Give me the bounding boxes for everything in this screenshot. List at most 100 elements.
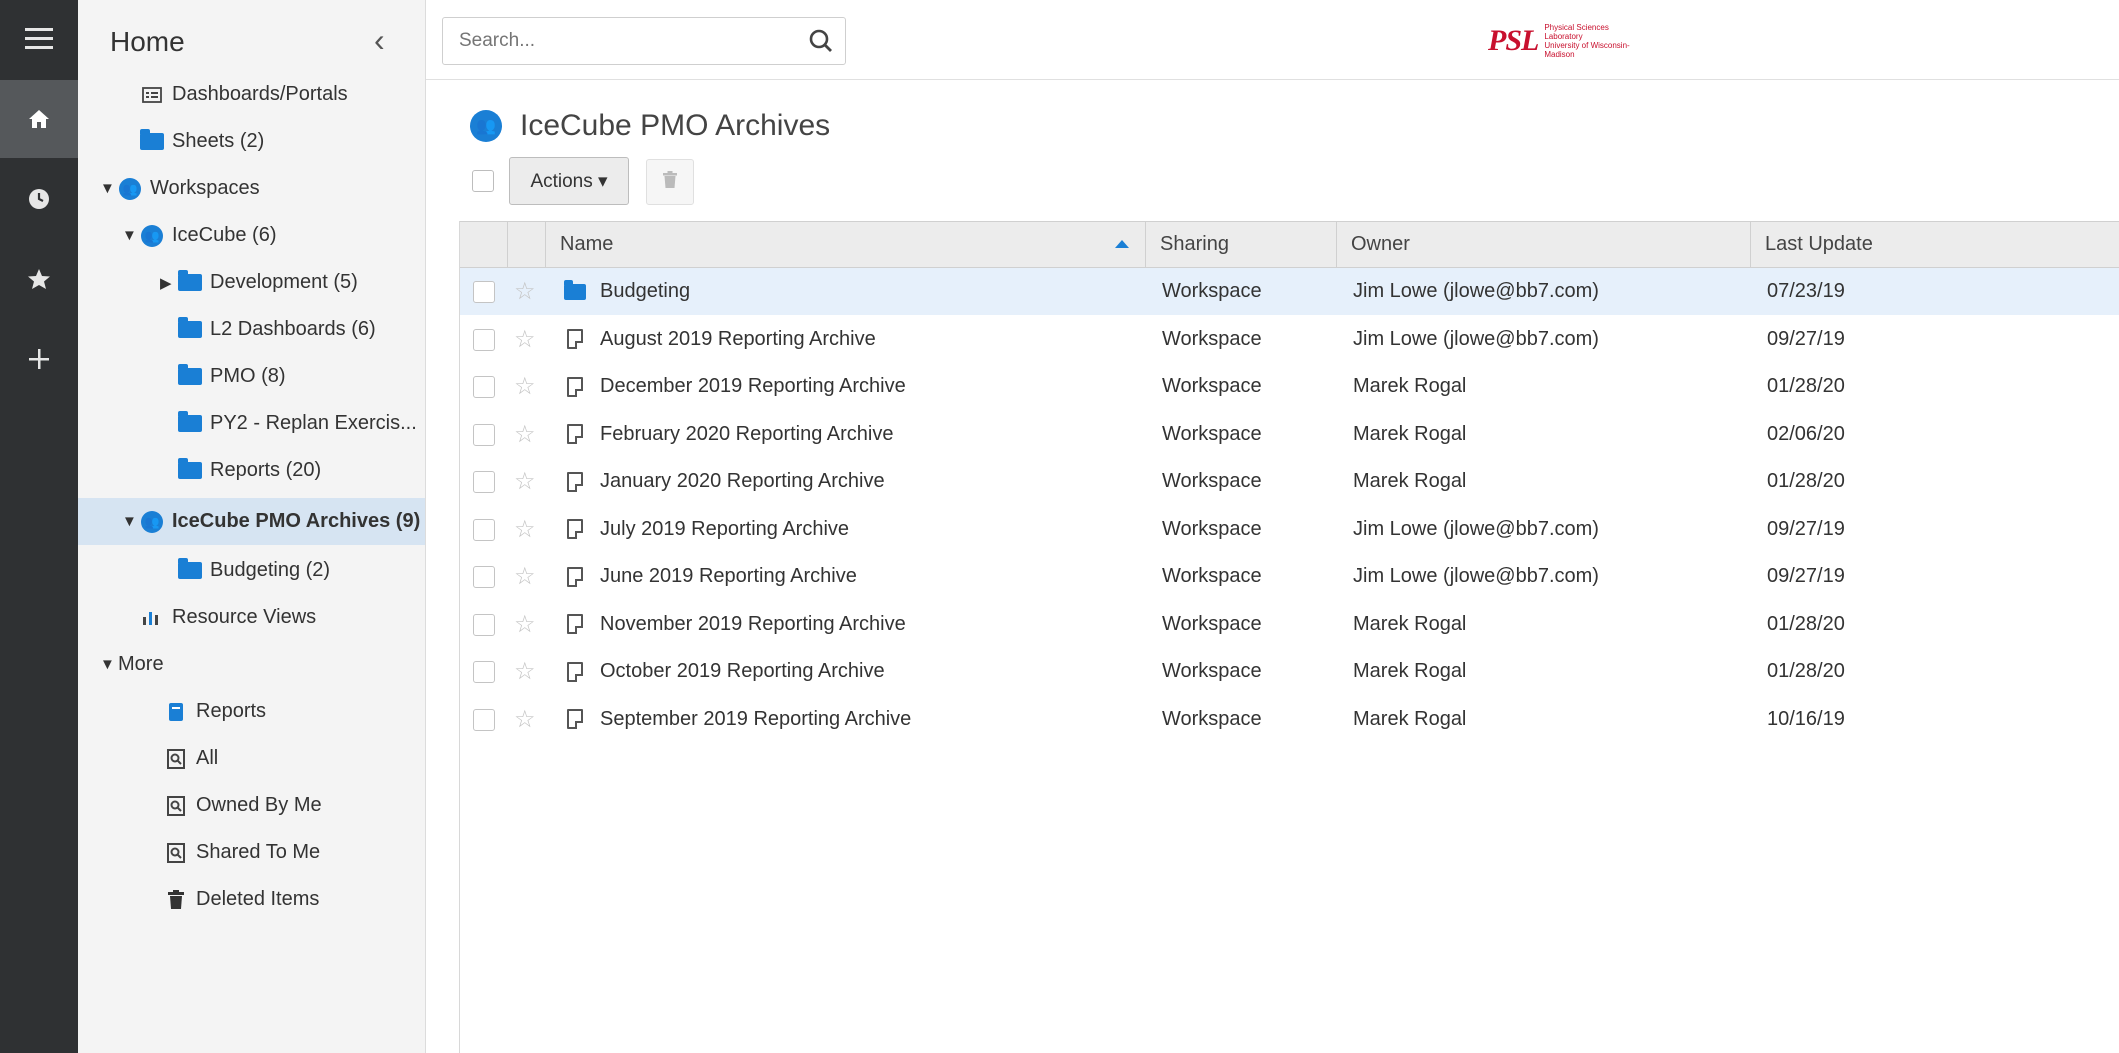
collapse-panel-icon[interactable]: ‹: [374, 22, 385, 59]
document-icon: [567, 661, 583, 682]
document-icon: [567, 376, 583, 397]
caret-right-icon[interactable]: ▶: [160, 274, 178, 292]
row-checkbox[interactable]: [473, 708, 495, 731]
nav-item-sheets[interactable]: Sheets (2): [122, 118, 422, 165]
document-icon: [567, 614, 583, 634]
row-checkbox[interactable]: [473, 376, 495, 398]
nav-item-label: Shared To Me: [196, 841, 321, 863]
cell-name[interactable]: November 2019 Reporting Archive: [562, 601, 1142, 648]
caret-down-icon[interactable]: ▼: [100, 180, 118, 197]
cell-name[interactable]: September 2019 Reporting Archive: [562, 696, 1142, 743]
nav-item-shared-to-me[interactable]: Shared To Me: [146, 829, 422, 876]
nav-item-development[interactable]: ▶ Development (5): [160, 259, 422, 306]
nav-item-icecube-pmo-archives[interactable]: ▼ 👥 IceCube PMO Archives (9): [78, 498, 425, 545]
create-icon[interactable]: [0, 320, 78, 398]
cell-name[interactable]: July 2019 Reporting Archive: [562, 506, 1142, 553]
nav-item-budgeting[interactable]: Budgeting (2): [178, 547, 422, 594]
caret-down-icon[interactable]: ▼: [122, 513, 140, 530]
table-row[interactable]: ☆ February 2020 Reporting Archive Workspac…: [460, 411, 2119, 458]
favorites-icon[interactable]: [0, 240, 78, 318]
nav-header: Home ‹: [78, 0, 426, 80]
table-row[interactable]: ☆ October 2019 Reporting Archive Workspace…: [460, 648, 2119, 695]
table-row[interactable]: ☆ September 2019 Reporting Archive Workspa…: [460, 696, 2119, 743]
row-checkbox[interactable]: [473, 471, 495, 493]
item-name: February 2020 Reporting Archive: [600, 422, 894, 445]
logo-text: Physical Sciences Laboratory University …: [1544, 23, 1648, 59]
table-row[interactable]: ☆ November 2019 Reporting Archive Workspac…: [460, 601, 2119, 648]
cell-name[interactable]: August 2019 Reporting Archive: [562, 316, 1142, 363]
nav-item-icecube[interactable]: ▼ 👥 IceCube (6): [122, 212, 422, 259]
caret-down-icon[interactable]: ▼: [100, 656, 118, 673]
navigation-panel: Home ‹ Dashboards/Portals Sheets (2) ▼ 👥…: [78, 0, 426, 1053]
nav-item-l2-dashboards[interactable]: L2 Dashboards (6): [178, 306, 422, 353]
table-row[interactable]: ☆ January 2020 Reporting Archive Workspace…: [460, 458, 2119, 505]
column-header-last-update[interactable]: Last Update: [1751, 222, 2119, 267]
nav-item-dashboards-portals[interactable]: Dashboards/Portals: [122, 71, 422, 118]
search-icon[interactable]: [807, 27, 835, 55]
select-all-checkbox[interactable]: [472, 170, 494, 192]
folder-icon: [564, 279, 586, 300]
logo-line-1: Physical Sciences Laboratory: [1544, 23, 1609, 41]
cell-sharing: Workspace: [1162, 327, 1262, 350]
favorite-star-icon[interactable]: ☆: [514, 705, 536, 734]
favorite-star-icon[interactable]: ☆: [514, 515, 536, 544]
row-checkbox[interactable]: [473, 281, 495, 303]
favorite-star-icon[interactable]: ☆: [514, 420, 536, 449]
nav-item-py2-replan[interactable]: PY2 - Replan Exercis...: [178, 400, 422, 447]
nav-item-owned-by-me[interactable]: Owned By Me: [146, 782, 422, 829]
nav-item-label: PY2 - Replan Exercis...: [210, 412, 417, 434]
favorite-star-icon[interactable]: ☆: [514, 277, 536, 306]
cell-owner: Marek Rogal: [1353, 660, 1467, 682]
header-favorite-column: [508, 222, 546, 267]
row-checkbox[interactable]: [473, 661, 495, 683]
nav-item-label: Workspaces: [150, 177, 260, 199]
column-header-label: Name: [560, 233, 614, 255]
nav-item-workspaces[interactable]: ▼ 👥 Workspaces: [100, 165, 422, 212]
nav-item-reports-folder[interactable]: Reports (20): [178, 447, 422, 494]
nav-item-reports[interactable]: Reports: [146, 688, 422, 735]
table-row[interactable]: ☆ December 2019 Reporting Archive Workspac…: [460, 363, 2119, 410]
table-row[interactable]: ☆ June 2019 Reporting Archive Workspace Jim…: [460, 553, 2119, 600]
menu-icon[interactable]: [0, 0, 78, 78]
items-table: Name Sharing Owner Last Update ☆ Budgetin…: [459, 221, 2119, 1053]
item-name: October 2019 Reporting Archive: [600, 660, 885, 682]
favorite-star-icon[interactable]: ☆: [514, 657, 536, 686]
favorite-star-icon[interactable]: ☆: [514, 467, 536, 496]
table-row[interactable]: ☆ Budgeting Workspace Jim Lowe (jlowe@bb7.c…: [460, 268, 2119, 315]
cell-sharing: Workspace: [1162, 707, 1262, 730]
cell-sharing: Workspace: [1162, 470, 1262, 492]
home-icon[interactable]: [0, 80, 78, 158]
column-header-name[interactable]: Name: [546, 222, 1146, 267]
favorite-star-icon[interactable]: ☆: [514, 325, 536, 354]
cell-name[interactable]: June 2019 Reporting Archive: [562, 553, 1142, 600]
table-row[interactable]: ☆ July 2019 Reporting Archive Workspace Jim…: [460, 506, 2119, 553]
nav-item-deleted-items[interactable]: Deleted Items: [146, 876, 422, 923]
caret-down-icon[interactable]: ▼: [122, 227, 140, 244]
favorite-star-icon[interactable]: ☆: [514, 372, 536, 401]
row-checkbox[interactable]: [473, 566, 495, 588]
cell-name[interactable]: February 2020 Reporting Archive: [562, 411, 1142, 458]
nav-item-more[interactable]: ▼ More: [100, 641, 422, 688]
cell-name[interactable]: Budgeting: [562, 268, 1142, 315]
workspace-icon: 👥: [470, 110, 502, 142]
row-checkbox[interactable]: [473, 518, 495, 541]
nav-item-pmo[interactable]: PMO (8): [178, 353, 422, 400]
actions-button[interactable]: Actions ▾: [509, 157, 629, 205]
nav-item-all[interactable]: All: [146, 735, 422, 782]
favorite-star-icon[interactable]: ☆: [514, 562, 536, 591]
cell-name[interactable]: January 2020 Reporting Archive: [562, 458, 1142, 505]
search-input[interactable]: [443, 18, 793, 64]
cell-name[interactable]: December 2019 Reporting Archive: [562, 363, 1142, 410]
favorite-star-icon[interactable]: ☆: [514, 610, 536, 639]
column-header-owner[interactable]: Owner: [1337, 222, 1751, 267]
column-header-sharing[interactable]: Sharing: [1146, 222, 1337, 267]
delete-button[interactable]: [646, 159, 694, 205]
recents-icon[interactable]: [0, 160, 78, 238]
cell-name[interactable]: October 2019 Reporting Archive: [562, 648, 1142, 695]
cell-last-update: 01/28/20: [1767, 660, 1845, 682]
table-row[interactable]: ☆ August 2019 Reporting Archive Workspace J…: [460, 316, 2119, 363]
row-checkbox[interactable]: [473, 613, 495, 636]
nav-item-resource-views[interactable]: Resource Views: [122, 594, 422, 641]
row-checkbox[interactable]: [473, 423, 495, 446]
row-checkbox[interactable]: [473, 328, 495, 351]
